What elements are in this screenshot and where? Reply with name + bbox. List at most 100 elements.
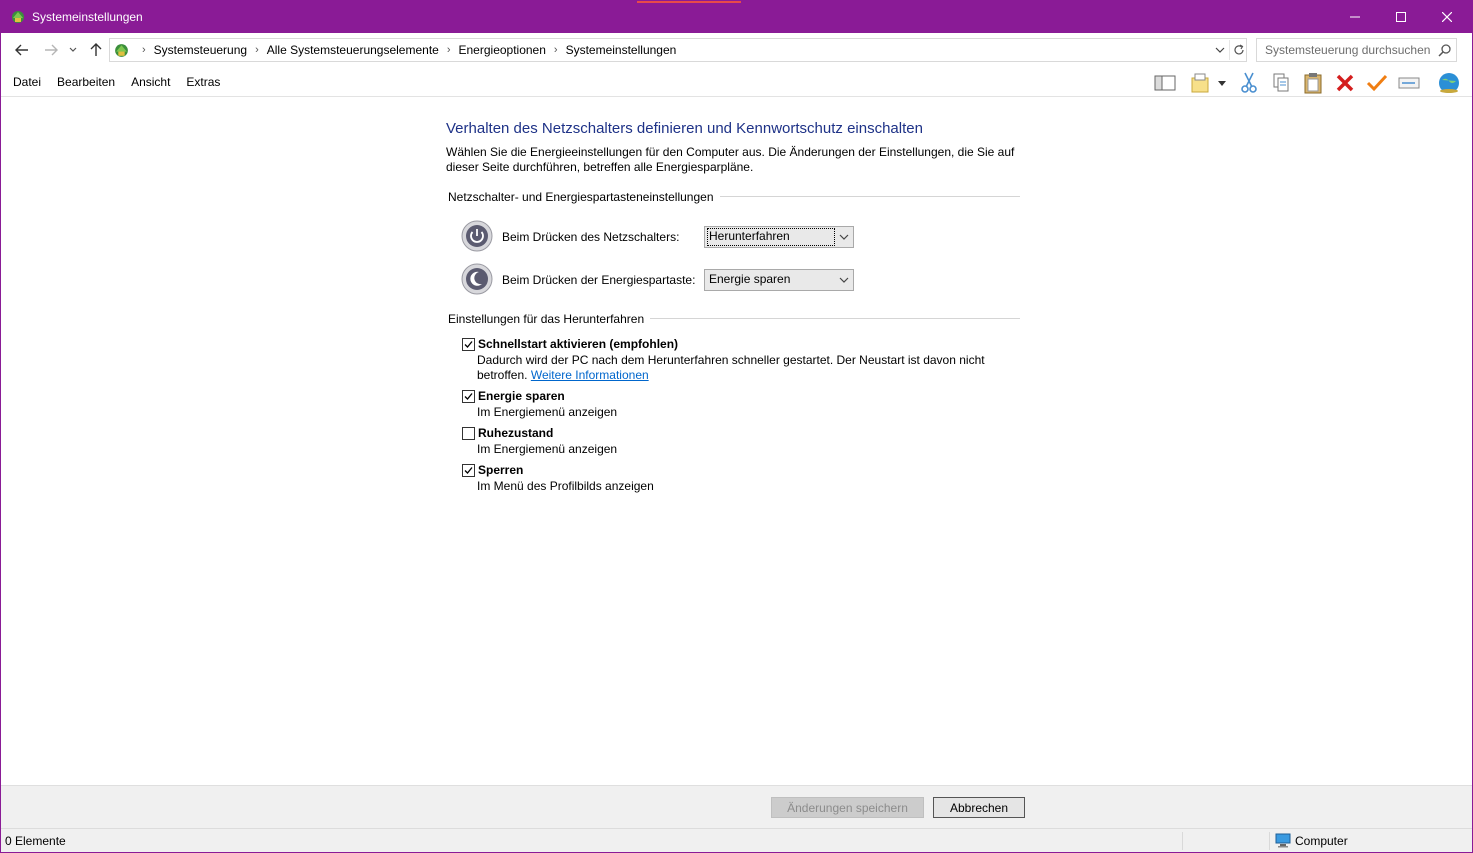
address-bar[interactable]: › Systemsteuerung › Alle Systemsteuerung… bbox=[109, 38, 1247, 62]
power-button-icon bbox=[461, 220, 493, 252]
address-row: › Systemsteuerung › Alle Systemsteuerung… bbox=[1, 33, 1472, 67]
chevron-down-icon bbox=[839, 277, 849, 283]
refresh-icon bbox=[1233, 44, 1244, 55]
lock-option-checkbox[interactable] bbox=[462, 464, 475, 477]
search-input[interactable] bbox=[1257, 39, 1435, 61]
up-button[interactable] bbox=[85, 39, 107, 61]
status-bar: 0 Elemente Computer bbox=[1, 828, 1472, 852]
chevron-down-icon bbox=[69, 47, 77, 52]
checkmark-icon bbox=[464, 467, 473, 474]
group-label-power-buttons: Netzschalter- und Energiespartasteneinst… bbox=[448, 190, 720, 204]
menu-extras[interactable]: Extras bbox=[178, 75, 228, 89]
status-divider bbox=[1269, 832, 1270, 850]
copy-button[interactable] bbox=[1269, 71, 1293, 95]
lock-option-description: Im Menü des Profilbilds anzeigen bbox=[477, 479, 654, 493]
rename-button[interactable] bbox=[1397, 71, 1421, 95]
paste-icon bbox=[1304, 73, 1322, 94]
breadcrumb-systemeinstellungen[interactable]: Systemeinstellungen bbox=[566, 43, 677, 57]
save-changes-button[interactable]: Änderungen speichern bbox=[771, 797, 924, 818]
control-panel-app-icon bbox=[12, 11, 24, 23]
sleep-option-description: Im Energiemenü anzeigen bbox=[477, 405, 618, 419]
chevron-down-icon bbox=[1215, 47, 1225, 53]
cut-icon bbox=[1241, 72, 1257, 93]
power-button-action-select[interactable]: Herunterfahren bbox=[704, 226, 854, 248]
hibernate-option-title[interactable]: Ruhezustand bbox=[478, 426, 553, 440]
search-box[interactable] bbox=[1256, 38, 1457, 62]
lock-option-title[interactable]: Sperren bbox=[478, 463, 523, 477]
menu-ansicht[interactable]: Ansicht bbox=[123, 75, 178, 89]
copy-icon bbox=[1273, 73, 1289, 92]
breadcrumb-systemsteuerung[interactable]: Systemsteuerung bbox=[154, 43, 247, 57]
breadcrumb: › Systemsteuerung › Alle Systemsteuerung… bbox=[134, 39, 676, 61]
title-accent-bar bbox=[637, 1, 741, 3]
search-icon bbox=[1438, 44, 1451, 57]
page-description: Wählen Sie die Energieeinstellungen für … bbox=[446, 145, 1015, 174]
control-panel-location-icon bbox=[115, 44, 128, 57]
breadcrumb-separator[interactable]: › bbox=[142, 44, 146, 56]
back-button[interactable] bbox=[11, 39, 33, 61]
globe-button[interactable] bbox=[1437, 71, 1461, 95]
more-info-link[interactable]: Weitere Informationen bbox=[531, 368, 649, 382]
forward-button[interactable] bbox=[40, 39, 62, 61]
breadcrumb-alle-elemente[interactable]: Alle Systemsteuerungselemente bbox=[267, 43, 439, 57]
checkmark-icon bbox=[464, 393, 473, 400]
paste-button[interactable] bbox=[1301, 71, 1325, 95]
menu-bearbeiten[interactable]: Bearbeiten bbox=[49, 75, 123, 89]
new-folder-button[interactable] bbox=[1189, 71, 1213, 95]
new-folder-icon bbox=[1191, 73, 1209, 93]
minimize-button[interactable] bbox=[1332, 1, 1378, 33]
layout-pane-icon bbox=[1154, 75, 1176, 91]
recent-locations-button[interactable] bbox=[65, 39, 81, 61]
caret-down-icon bbox=[1218, 80, 1226, 86]
maximize-button[interactable] bbox=[1378, 1, 1424, 33]
breadcrumb-separator[interactable]: › bbox=[554, 44, 558, 56]
breadcrumb-separator[interactable]: › bbox=[255, 44, 259, 56]
refresh-button[interactable] bbox=[1229, 40, 1247, 60]
title-bar[interactable]: Systemeinstellungen bbox=[1, 1, 1472, 33]
apply-check-icon bbox=[1366, 74, 1388, 92]
address-dropdown-button[interactable] bbox=[1211, 41, 1229, 59]
close-button[interactable] bbox=[1424, 1, 1470, 33]
page-title: Verhalten des Netzschalters definieren u… bbox=[446, 120, 923, 137]
delete-icon bbox=[1336, 74, 1354, 92]
status-zone: Computer bbox=[1275, 833, 1348, 848]
sleep-button-label: Beim Drücken der Energiespartaste: bbox=[502, 273, 696, 287]
hibernate-option-description: Im Energiemenü anzeigen bbox=[477, 442, 618, 456]
new-folder-dropdown[interactable] bbox=[1215, 71, 1229, 95]
checkmark-icon bbox=[464, 341, 473, 348]
sleep-option-checkbox[interactable] bbox=[462, 390, 475, 403]
item-count: 0 Elemente bbox=[5, 834, 66, 848]
globe-icon bbox=[1439, 73, 1459, 93]
power-button-action-value: Herunterfahren bbox=[707, 228, 835, 246]
status-divider bbox=[1182, 832, 1183, 850]
maximize-icon bbox=[1396, 12, 1406, 22]
control-panel-window: Systemeinstellungen › Systemsteuerung › … bbox=[0, 0, 1473, 853]
sleep-button-action-select[interactable]: Energie sparen bbox=[704, 269, 854, 291]
apply-button[interactable] bbox=[1365, 71, 1389, 95]
arrow-left-icon bbox=[15, 44, 28, 56]
hibernate-option-checkbox[interactable] bbox=[462, 427, 475, 440]
sleep-button-icon bbox=[461, 263, 493, 295]
fast-startup-checkbox[interactable] bbox=[462, 338, 475, 351]
layout-pane-button[interactable] bbox=[1153, 71, 1177, 95]
button-bar: Änderungen speichern Abbrechen bbox=[1, 785, 1472, 828]
breadcrumb-separator[interactable]: › bbox=[447, 44, 451, 56]
chevron-down-icon bbox=[839, 234, 849, 240]
breadcrumb-energieoptionen[interactable]: Energieoptionen bbox=[459, 43, 546, 57]
rename-icon bbox=[1398, 77, 1420, 89]
cancel-button[interactable]: Abbrechen bbox=[933, 797, 1025, 818]
fast-startup-title[interactable]: Schnellstart aktivieren (empfohlen) bbox=[478, 337, 678, 351]
content-area: Verhalten des Netzschalters definieren u… bbox=[1, 98, 1472, 785]
window-title: Systemeinstellungen bbox=[32, 10, 143, 24]
menu-toolbar-row: Datei Bearbeiten Ansicht Extras bbox=[1, 67, 1472, 97]
close-icon bbox=[1442, 12, 1452, 22]
sleep-button-action-value: Energie sparen bbox=[709, 272, 791, 286]
menu-datei[interactable]: Datei bbox=[5, 75, 49, 89]
group-label-shutdown: Einstellungen für das Herunterfahren bbox=[448, 312, 651, 326]
delete-button[interactable] bbox=[1333, 71, 1357, 95]
power-button-label: Beim Drücken des Netzschalters: bbox=[502, 230, 680, 244]
cut-button[interactable] bbox=[1237, 71, 1261, 95]
sleep-option-title[interactable]: Energie sparen bbox=[478, 389, 565, 403]
arrow-right-icon bbox=[45, 44, 58, 56]
fast-startup-description: Dadurch wird der PC nach dem Herunterfah… bbox=[477, 353, 997, 383]
